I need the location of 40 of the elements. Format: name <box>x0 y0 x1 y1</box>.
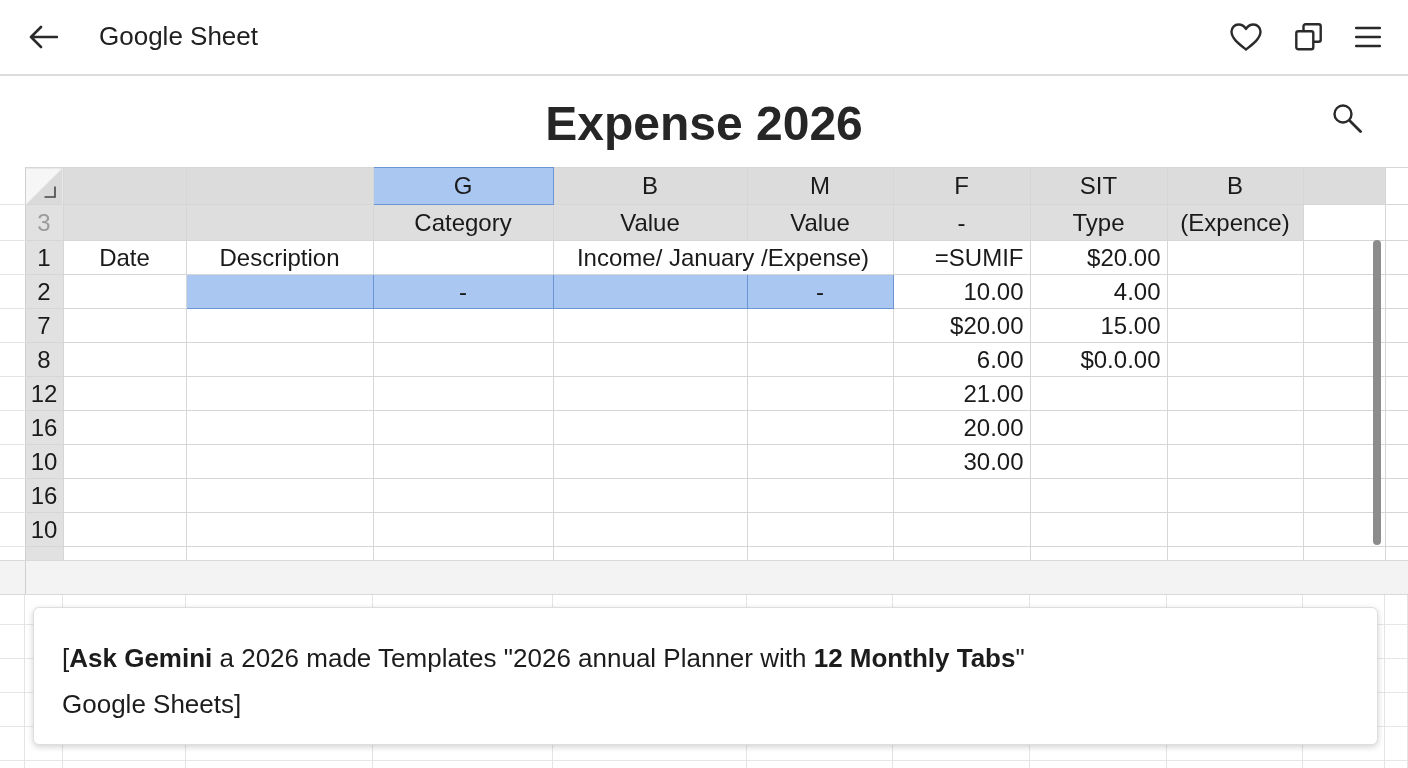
column-header[interactable]: M <box>747 167 893 205</box>
back-arrow-icon[interactable] <box>28 25 58 49</box>
sheet-title: Expense 2026 <box>545 95 863 152</box>
table-cell: Date <box>63 240 186 275</box>
table-cell: =SUMIF <box>893 240 1030 275</box>
table-cell: - <box>747 274 893 309</box>
heart-icon[interactable] <box>1230 23 1262 51</box>
table-cell: $0.0.00 <box>1030 342 1167 377</box>
select-all-button[interactable] <box>25 167 63 205</box>
app-title: Google Sheet <box>99 21 258 53</box>
table-cell: 21.00 <box>893 376 1030 411</box>
horizontal-scrollbar[interactable] <box>0 560 1408 595</box>
table-cell: 6.00 <box>893 342 1030 377</box>
corner-icon <box>43 186 56 198</box>
table-cell: 30.00 <box>893 444 1030 479</box>
column-label: Type <box>1030 204 1167 241</box>
table-cell: 15.00 <box>1030 308 1167 343</box>
column-label: Category <box>373 204 553 241</box>
column-header[interactable]: B <box>1167 167 1303 205</box>
column-header[interactable]: B <box>553 167 747 205</box>
table-cell: 10.00 <box>893 274 1030 309</box>
column-label: Value <box>553 204 747 241</box>
column-header[interactable]: G <box>373 167 553 205</box>
table-cell: - <box>373 274 553 309</box>
column-label: Value <box>747 204 893 241</box>
column-label: (Expence) <box>1167 204 1303 241</box>
vertical-scrollbar[interactable] <box>1373 240 1381 545</box>
column-label: - <box>893 204 1030 241</box>
copy-icon[interactable] <box>1295 23 1322 51</box>
table-cell: $20.00 <box>893 308 1030 343</box>
search-icon[interactable] <box>1332 103 1362 133</box>
table-cell: Income/ January /Expense) <box>553 240 893 275</box>
column-header[interactable]: SIT <box>1030 167 1167 205</box>
column-header[interactable]: F <box>893 167 1030 205</box>
prompt-text: [Ask Gemini a 2026 made Templates "2026 annual Planner with 12 Monthly Tabs" Google Sheets] <box>62 642 1026 721</box>
table-cell: 4.00 <box>1030 274 1167 309</box>
table-cell: 20.00 <box>893 410 1030 445</box>
table-cell: $20.00 <box>1030 240 1167 275</box>
menu-icon[interactable] <box>1355 26 1381 48</box>
table-cell: Description <box>186 240 373 275</box>
